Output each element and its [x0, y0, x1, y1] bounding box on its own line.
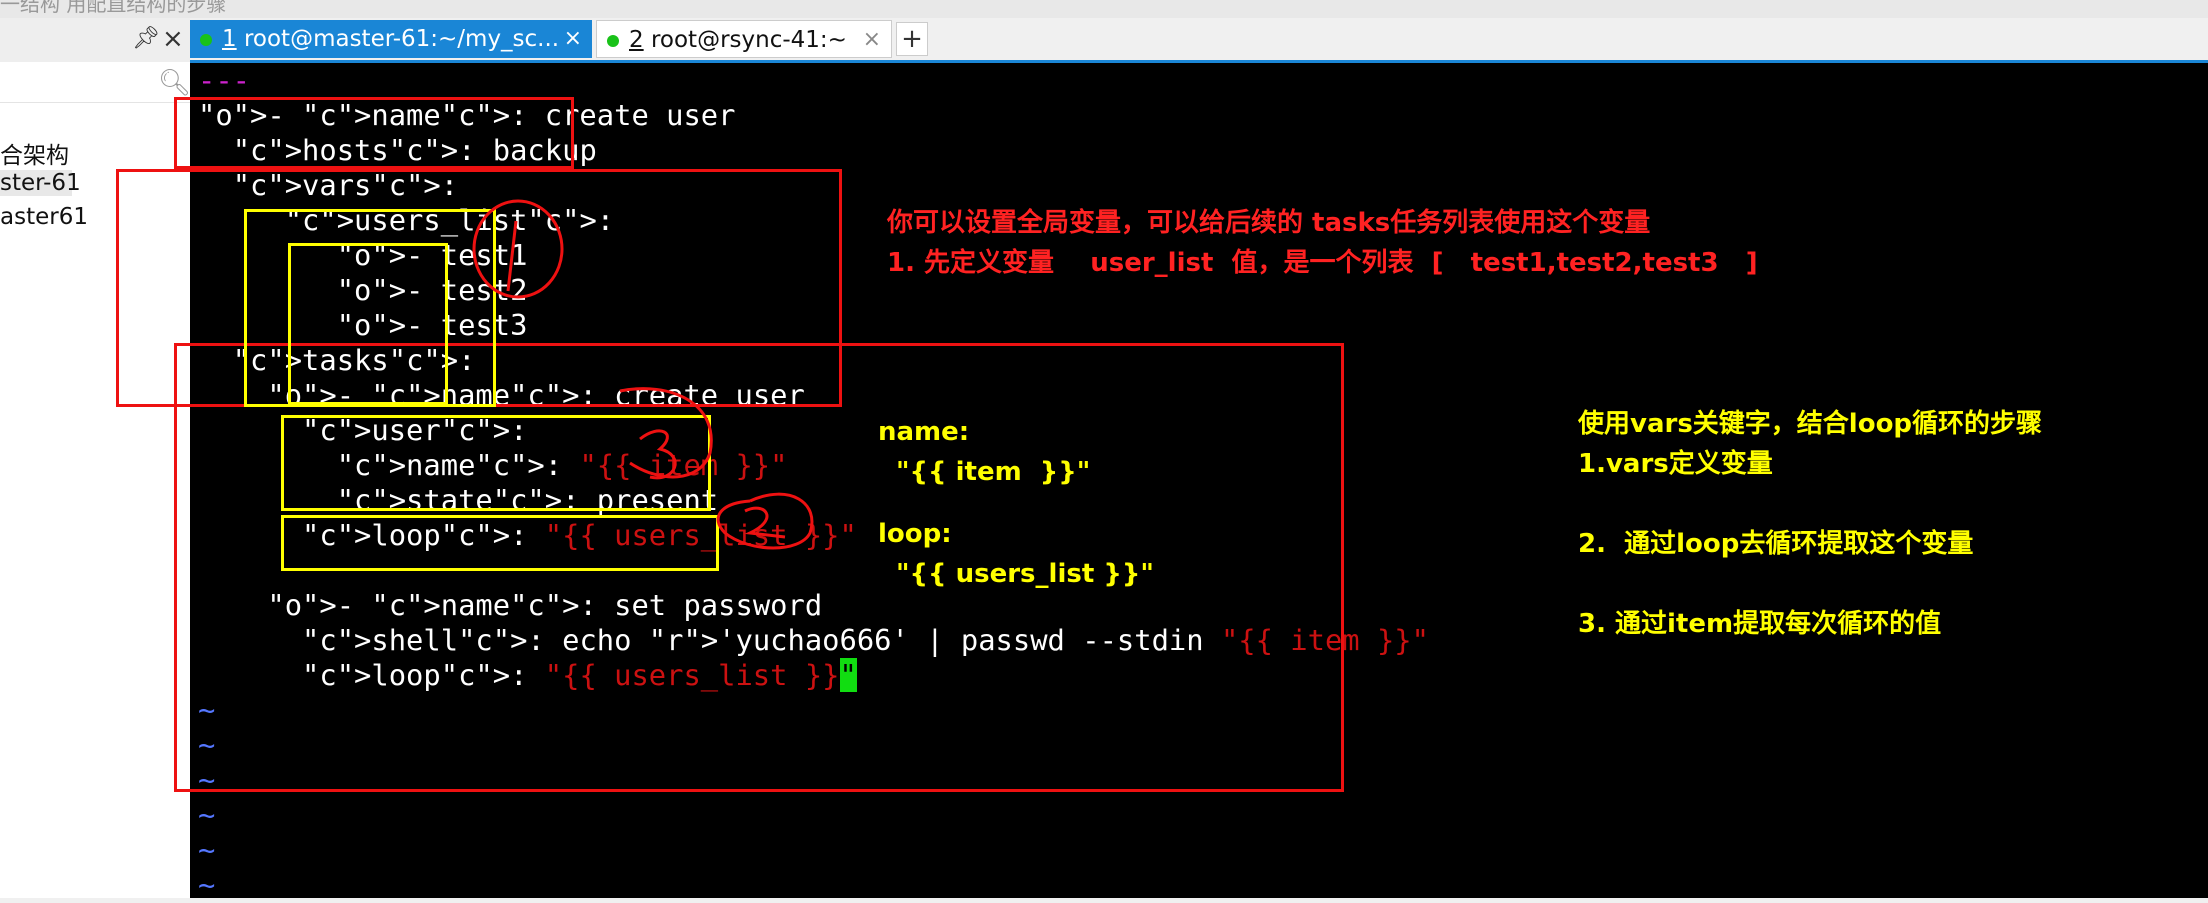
note-steps-title: 使用vars关键字，结合loop循环的步骤 [1578, 409, 2043, 439]
tab-close-icon[interactable]: × [863, 21, 881, 59]
note-define-list: 1. 先定义变量 user_list 值，是一个列表 [ test1,test2… [887, 248, 1758, 278]
session-sidebar: 📌︎ × 🔍︎ 合架构 ster-61 aster61 [0, 18, 191, 898]
tree-item-group[interactable]: 合架构 [0, 136, 69, 170]
note-step-3: 3. 通过item提取每次循环的值 [1578, 609, 1942, 639]
tree-item-master61[interactable]: aster61 [0, 204, 88, 230]
terminal-screen[interactable]: --- "o">- "c">name"c">: create user "c">… [116, 63, 2208, 902]
close-icon[interactable]: × [162, 24, 184, 54]
tab-number: 2 [629, 27, 644, 53]
window-top-text: 一结构 用配直结构的步骤 [0, 0, 227, 16]
tab-number: 1 [222, 26, 237, 52]
digit-2-mark [744, 506, 786, 539]
new-tab-button[interactable]: + [896, 22, 928, 56]
connected-status-icon [200, 34, 212, 46]
circle-mark-1 [472, 199, 564, 299]
note-step-2: 2. 通过loop去循环提取这个变量 [1578, 529, 1974, 559]
note-step-1: 1.vars定义变量 [1578, 449, 1773, 479]
tab-close-icon[interactable]: × [564, 20, 582, 58]
pin-icon[interactable]: 📌︎ [132, 26, 160, 51]
note-global-vars: 你可以设置全局变量，可以给后续的 tasks任务列表使用这个变量 [887, 208, 1651, 238]
search-icon[interactable]: 🔍︎ [158, 68, 191, 98]
window-top-strip: 一结构 用配直结构的步骤 [0, 0, 2208, 18]
note-loop-value: "{{ users_list }}" [896, 559, 1154, 589]
sidebar-search[interactable]: 🔍︎ [0, 62, 191, 103]
note-loop-label: loop: [878, 519, 952, 549]
hand-drawn-marks [472, 199, 814, 550]
digit-1-mark [506, 220, 518, 292]
tab-rsync-41[interactable]: 2 root@rsync-41:~ × [596, 20, 892, 58]
session-tab-bar: 1 root@master-61:~/my_sc... × 2 root@rsy… [190, 18, 2208, 63]
tab-label: root@rsync-41:~ [643, 27, 847, 53]
connected-status-icon [607, 35, 619, 47]
tab-master-61[interactable]: 1 root@master-61:~/my_sc... × [190, 20, 592, 58]
note-name-value: "{{ item }}" [896, 457, 1091, 487]
tree-item-master-61[interactable]: ster-61 [0, 170, 81, 196]
tab-label: root@master-61:~/my_sc... [236, 26, 560, 52]
note-name-label: name: [878, 417, 970, 447]
sidebar-header: 📌︎ × [0, 18, 190, 63]
